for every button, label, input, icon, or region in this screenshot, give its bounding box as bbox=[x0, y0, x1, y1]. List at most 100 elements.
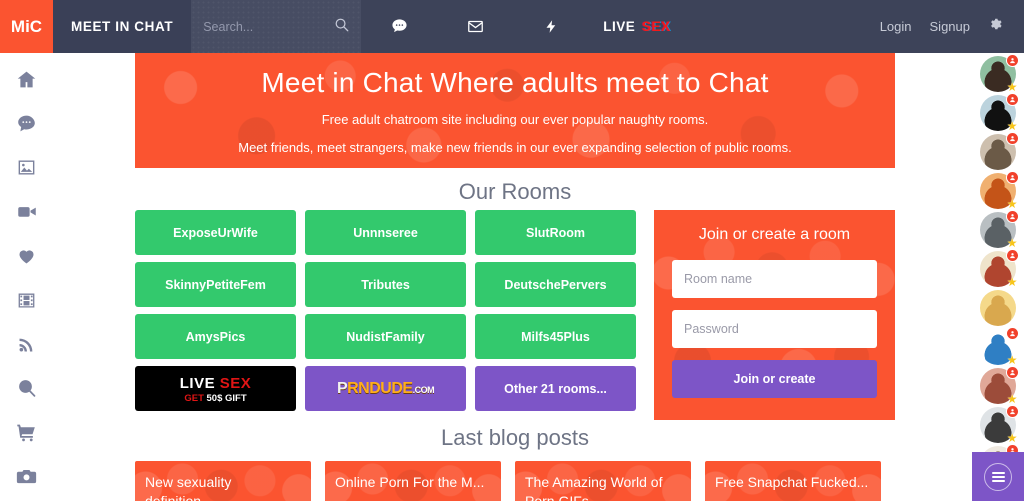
blog-post-card[interactable]: Online Porn For the M... bbox=[325, 461, 501, 501]
home-icon bbox=[16, 69, 37, 95]
star-icon: ★ bbox=[1006, 119, 1018, 133]
star-icon: ★ bbox=[1006, 392, 1018, 406]
room-button[interactable]: AmysPics bbox=[135, 314, 296, 359]
room-button[interactable]: Tributes bbox=[305, 262, 466, 307]
live-sex-nav-link[interactable]: LIVE SEX bbox=[589, 0, 685, 53]
search-input[interactable] bbox=[191, 19, 322, 34]
avatar-item[interactable]: ★ bbox=[979, 405, 1019, 445]
live-sex-ad-live: LIVE bbox=[179, 375, 216, 392]
password-input[interactable] bbox=[672, 310, 877, 348]
live-sex-ad-banner[interactable]: LIVE SEX GET 50$ GIFT bbox=[135, 366, 296, 411]
avatar-item[interactable]: ★ bbox=[979, 210, 1019, 250]
avatar-item[interactable] bbox=[979, 290, 1016, 326]
blog-post-title: Free Snapchat Fucked... bbox=[715, 474, 869, 490]
room-label: AmysPics bbox=[185, 329, 246, 344]
live-sex-ad-top: LIVE SEX bbox=[180, 375, 252, 392]
room-button[interactable]: SkinnyPetiteFem bbox=[135, 262, 296, 307]
star-icon: ★ bbox=[1006, 236, 1018, 250]
sidebar-item-home[interactable] bbox=[0, 60, 53, 104]
room-button[interactable]: DeutschePervers bbox=[475, 262, 636, 307]
live-label: LIVE bbox=[603, 19, 636, 34]
cart-icon bbox=[16, 422, 37, 448]
top-header: MiC MEET IN CHAT LIVE SEX Login Sig bbox=[0, 0, 1024, 53]
avatar-item[interactable]: ★ bbox=[979, 327, 1019, 366]
blog-posts-row: New sexuality definition... Online Porn … bbox=[135, 461, 895, 501]
join-or-create-button[interactable]: Join or create bbox=[672, 360, 877, 398]
room-button[interactable]: Unnnseree bbox=[305, 210, 466, 255]
image-icon bbox=[16, 157, 37, 183]
sidebar-item-feed[interactable] bbox=[0, 325, 53, 369]
search-icon bbox=[17, 378, 37, 403]
chat-icon bbox=[16, 113, 37, 139]
porndude-part-2: RNDUDE bbox=[347, 379, 413, 397]
avatar-item[interactable] bbox=[979, 132, 1019, 170]
room-label: SkinnyPetiteFem bbox=[165, 277, 266, 292]
room-label: SlutRoom bbox=[525, 225, 586, 240]
blog-post-card[interactable]: New sexuality definition... bbox=[135, 461, 311, 501]
sidebar-item-favorites[interactable] bbox=[0, 236, 53, 280]
sidebar-item-movies[interactable] bbox=[0, 280, 53, 324]
porndude-ad-banner[interactable]: PRNDUDE.COM bbox=[305, 366, 466, 411]
right-avatar-rail: ★★★★★★★★★ bbox=[971, 53, 1024, 501]
chat-icon[interactable] bbox=[361, 0, 437, 53]
logo[interactable]: MiC bbox=[0, 0, 53, 53]
avatar-item[interactable]: ★ bbox=[979, 249, 1019, 289]
user-badge-icon bbox=[1005, 54, 1019, 67]
live-sex-ad-gift: 50$ GIFT bbox=[206, 393, 247, 404]
main-content: Meet in Chat Where adults meet to Chat F… bbox=[53, 53, 971, 501]
avatar bbox=[979, 290, 1016, 326]
gear-icon[interactable] bbox=[988, 17, 1002, 36]
sidebar-item-chat[interactable] bbox=[0, 104, 53, 148]
room-button[interactable]: ExposeUrWife bbox=[135, 210, 296, 255]
room-label: ExposeUrWife bbox=[173, 225, 258, 240]
blog-post-card[interactable]: The Amazing World of Porn GIFs... bbox=[515, 461, 691, 501]
video-camera-icon bbox=[16, 201, 38, 227]
heart-icon bbox=[16, 245, 37, 271]
left-sidebar bbox=[0, 53, 53, 501]
header-right-actions: Login Signup bbox=[880, 0, 1024, 53]
other-rooms-label: Other 21 rooms... bbox=[504, 381, 607, 396]
room-button[interactable]: NudistFamily bbox=[305, 314, 466, 359]
room-name-input[interactable] bbox=[672, 260, 877, 298]
user-badge-icon bbox=[1005, 249, 1019, 262]
login-link[interactable]: Login bbox=[880, 19, 912, 34]
floating-menu-button[interactable] bbox=[972, 452, 1024, 501]
user-badge-icon bbox=[1005, 327, 1019, 340]
user-badge-icon bbox=[1005, 171, 1019, 184]
rss-icon bbox=[17, 335, 36, 359]
hamburger-menu-icon bbox=[984, 462, 1012, 491]
blog-post-title: Online Porn For the M... bbox=[335, 474, 485, 490]
live-sex-ad-get: GET bbox=[184, 393, 204, 404]
sidebar-item-search[interactable] bbox=[0, 369, 53, 413]
camera-icon bbox=[16, 466, 37, 492]
room-label: NudistFamily bbox=[346, 329, 425, 344]
sidebar-item-photos[interactable] bbox=[0, 148, 53, 192]
room-button[interactable]: SlutRoom bbox=[475, 210, 636, 255]
search-box[interactable] bbox=[191, 0, 362, 53]
star-icon: ★ bbox=[1006, 431, 1018, 445]
other-rooms-button[interactable]: Other 21 rooms... bbox=[475, 366, 636, 411]
mail-icon[interactable] bbox=[437, 0, 513, 53]
signup-link[interactable]: Signup bbox=[930, 19, 970, 34]
blog-post-title: New sexuality definition... bbox=[145, 474, 232, 501]
room-button[interactable]: Milfs45Plus bbox=[475, 314, 636, 359]
star-icon: ★ bbox=[1006, 275, 1018, 289]
avatar-item[interactable]: ★ bbox=[979, 54, 1019, 93]
sidebar-item-video[interactable] bbox=[0, 192, 53, 236]
brand-link[interactable]: MEET IN CHAT bbox=[53, 0, 192, 53]
bolt-icon[interactable] bbox=[513, 0, 589, 53]
film-icon bbox=[16, 290, 37, 316]
avatar-item[interactable]: ★ bbox=[979, 366, 1019, 406]
user-badge-icon bbox=[1005, 132, 1019, 145]
rooms-grid: ExposeUrWife Unnnseree SlutRoom SkinnyPe… bbox=[135, 210, 636, 411]
porndude-part-1: P bbox=[336, 379, 348, 397]
search-icon[interactable] bbox=[334, 17, 349, 37]
blog-post-card[interactable]: Free Snapchat Fucked... bbox=[705, 461, 881, 501]
avatar-item[interactable]: ★ bbox=[979, 171, 1019, 211]
user-badge-icon bbox=[1005, 366, 1019, 379]
sidebar-item-shop[interactable] bbox=[0, 413, 53, 457]
sidebar-item-camera[interactable] bbox=[0, 457, 53, 501]
avatar-item[interactable]: ★ bbox=[979, 93, 1019, 133]
star-icon: ★ bbox=[1006, 197, 1018, 211]
porndude-logo: PRNDUDE.COM bbox=[336, 379, 435, 398]
